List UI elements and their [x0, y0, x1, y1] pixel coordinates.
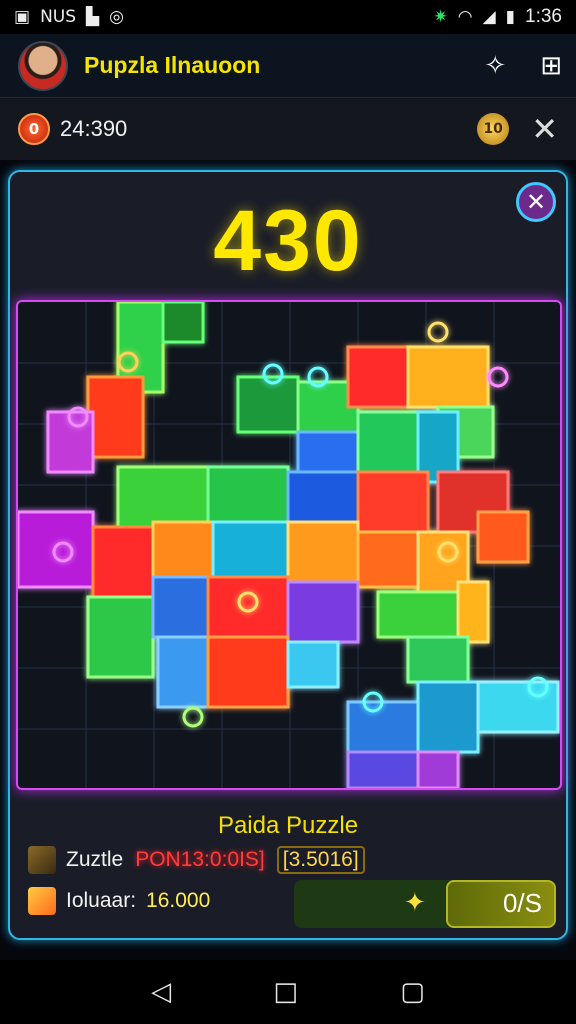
- puzzle-board-svg[interactable]: [18, 302, 560, 788]
- status-left-text: NUS: [40, 7, 77, 27]
- battery-icon: ▮: [505, 7, 516, 27]
- progress-bar[interactable]: ✦ 0/S: [294, 880, 556, 928]
- coin-badge: 0: [28, 120, 40, 138]
- settings-icon[interactable]: ✧: [484, 51, 506, 81]
- puzzle-piece[interactable]: [416, 750, 460, 788]
- signal-icon: ◢: [482, 7, 496, 27]
- puzzle-piece[interactable]: [86, 375, 145, 459]
- panel-close-button[interactable]: ✕: [516, 182, 556, 222]
- stat-label: Ioluaar:: [66, 889, 137, 912]
- puzzle-piece[interactable]: [151, 520, 215, 579]
- puzzle-piece[interactable]: [206, 635, 290, 709]
- puzzle-knob: [182, 706, 204, 728]
- image-icon: ▙: [86, 7, 100, 27]
- stat-value: 16.000: [146, 889, 211, 912]
- puzzle-piece[interactable]: [346, 750, 420, 788]
- coin-icon: 0: [18, 113, 50, 145]
- big-score: 430: [213, 193, 363, 289]
- puzzle-piece[interactable]: [416, 680, 480, 754]
- puzzle-piece[interactable]: [206, 575, 290, 639]
- puzzle-piece[interactable]: [286, 640, 340, 689]
- stat-value-red: PON13:0:0IS]: [135, 848, 265, 871]
- stat-row-puzzle: Zuztle PON13:0:0IS] [3.5016]: [28, 846, 365, 874]
- puzzle-piece[interactable]: [346, 700, 420, 754]
- puzzle-piece[interactable]: [286, 470, 360, 524]
- puzzle-piece[interactable]: [211, 520, 290, 579]
- puzzle-piece[interactable]: [151, 575, 210, 639]
- puzzle-piece[interactable]: [406, 345, 490, 409]
- puzzle-piece[interactable]: [456, 580, 490, 644]
- puzzle-board[interactable]: [16, 300, 562, 790]
- top-score: 24:390: [60, 116, 128, 141]
- notification-icon: ▣: [14, 7, 31, 27]
- nav-bar: ◁ □ ▢: [0, 960, 576, 1024]
- gold-badge: 10: [483, 121, 503, 137]
- close-icon[interactable]: ✕: [531, 113, 558, 145]
- stat-value-gold: [3.5016]: [276, 846, 365, 874]
- app-bar: Pupzla Ilnauoon ✧ ⊞: [0, 34, 576, 98]
- puzzle-piece[interactable]: [356, 410, 420, 474]
- progress-label: 0/S: [502, 888, 542, 918]
- puzzle-piece[interactable]: [161, 302, 205, 344]
- info-row: 0 24:390 10 ✕: [0, 98, 576, 160]
- app-title: Pupzla Ilnauoon: [84, 52, 261, 78]
- puzzle-knob: [427, 321, 449, 343]
- recents-icon[interactable]: ▢: [400, 977, 425, 1007]
- star-icon: ✦: [404, 888, 426, 918]
- stat-label: Zuztle: [66, 848, 124, 871]
- status-bar: ▣ NUS ▙ ◎ ✷ ◠ ◢ ▮ 1:36: [0, 0, 576, 34]
- puzzle-piece[interactable]: [86, 595, 155, 679]
- stat-row-level: Ioluaar: 16.000: [28, 887, 210, 915]
- puzzle-piece[interactable]: [286, 580, 360, 644]
- puzzle-piece[interactable]: [346, 345, 410, 409]
- android-icon: ◎: [109, 7, 124, 27]
- network-icon: ✷: [433, 7, 448, 27]
- back-icon[interactable]: ◁: [151, 977, 171, 1007]
- puzzle-piece[interactable]: [116, 465, 210, 529]
- diamond-icon: [28, 887, 56, 915]
- menu-grid-icon[interactable]: ⊞: [540, 51, 562, 81]
- puzzle-piece[interactable]: [91, 525, 155, 599]
- wifi-icon: ◠: [457, 7, 473, 27]
- puzzle-piece[interactable]: [406, 635, 470, 684]
- puzzle-name: Paida Puzzle: [217, 812, 359, 839]
- puzzle-piece[interactable]: [356, 470, 430, 534]
- puzzle-piece[interactable]: [476, 510, 530, 564]
- puzzle-piece[interactable]: [286, 520, 360, 584]
- status-time: 1:36: [525, 6, 562, 27]
- puzzle-piece[interactable]: [156, 635, 210, 709]
- game-panel: 430 ✕ Paida Puzzle Zuztle PON13:0:0IS] […: [8, 170, 568, 940]
- gold-coin-icon[interactable]: 10: [477, 113, 510, 145]
- puzzle-piece[interactable]: [206, 465, 290, 524]
- puzzle-knob: [487, 366, 509, 388]
- puzzle-piece[interactable]: [356, 530, 420, 589]
- puzzle-piece[interactable]: [236, 375, 300, 434]
- puzzle-icon: [28, 846, 56, 874]
- home-icon[interactable]: □: [273, 977, 298, 1007]
- avatar[interactable]: [18, 40, 68, 91]
- puzzle-piece[interactable]: [376, 590, 460, 639]
